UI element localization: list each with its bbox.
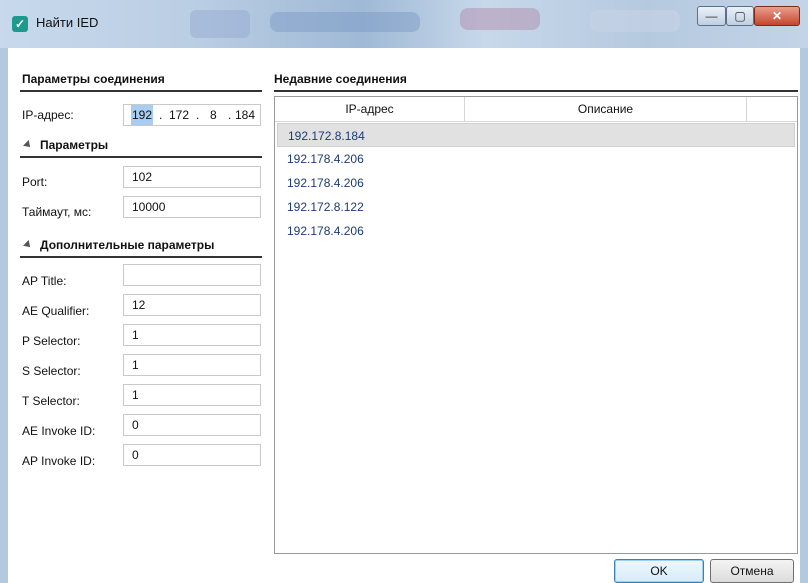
params-heading: Параметры	[40, 138, 109, 152]
advanced-heading: Дополнительные параметры	[40, 238, 215, 252]
table-row[interactable]: 192.178.4.206	[277, 147, 795, 171]
divider	[20, 156, 262, 158]
find-ied-dialog: ✓ Найти IED — ▢ ✕ Параметры соединения I…	[0, 0, 808, 583]
ip-dot: .	[159, 108, 163, 122]
ip-octet-4[interactable]: 184	[235, 105, 255, 125]
divider	[20, 256, 262, 258]
ok-button[interactable]: OK	[614, 559, 704, 583]
ae-invoke-id-input[interactable]: 0	[123, 414, 261, 436]
close-button[interactable]: ✕	[754, 6, 800, 26]
ip-address-input[interactable]: 192 . 172 . 8 . 184	[123, 104, 261, 126]
ap-invoke-id-label: AP Invoke ID:	[22, 454, 96, 468]
ap-invoke-id-input[interactable]: 0	[123, 444, 261, 466]
ae-invoke-id-label: AE Invoke ID:	[22, 424, 96, 438]
table-header: IP-адрес Описание	[275, 97, 797, 122]
ip-dot: .	[228, 108, 232, 122]
timeout-label: Таймаут, мс:	[22, 205, 92, 219]
table-row[interactable]: 192.172.8.184	[277, 123, 795, 147]
cancel-button[interactable]: Отмена	[710, 559, 794, 583]
ap-title-input[interactable]	[123, 264, 261, 286]
collapse-arrow-icon[interactable]	[23, 140, 33, 150]
table-row[interactable]: 192.178.4.206	[277, 171, 795, 195]
divider	[20, 90, 262, 92]
dialog-body: Параметры соединения IP-адрес: 192 . 172…	[8, 48, 800, 583]
port-input[interactable]: 102	[123, 166, 261, 188]
ap-title-label: AP Title:	[22, 274, 67, 288]
recent-connections-table[interactable]: IP-адрес Описание 192.172.8.184 192.178.…	[274, 96, 798, 554]
maximize-button[interactable]: ▢	[726, 6, 754, 26]
ip-octet-3[interactable]: 8	[210, 105, 217, 125]
window-title: Найти IED	[36, 15, 99, 30]
p-selector-label: P Selector:	[22, 334, 81, 348]
s-selector-label: S Selector:	[22, 364, 81, 378]
ip-octet-1[interactable]: 192	[131, 105, 154, 125]
table-row[interactable]: 192.172.8.122	[277, 195, 795, 219]
recent-connections-heading: Недавние соединения	[274, 72, 407, 86]
collapse-arrow-icon[interactable]	[23, 240, 33, 250]
divider	[274, 90, 798, 92]
ae-qualifier-label: AE Qualifier:	[22, 304, 90, 318]
ip-octet-2[interactable]: 172	[169, 105, 189, 125]
t-selector-input[interactable]: 1	[123, 384, 261, 406]
title-bar[interactable]: ✓ Найти IED — ▢ ✕	[0, 0, 808, 48]
ae-qualifier-input[interactable]: 12	[123, 294, 261, 316]
port-label: Port:	[22, 175, 48, 189]
connection-params-heading: Параметры соединения	[22, 72, 165, 86]
app-icon: ✓	[12, 16, 28, 32]
p-selector-input[interactable]: 1	[123, 324, 261, 346]
table-row[interactable]: 192.178.4.206	[277, 219, 795, 243]
s-selector-input[interactable]: 1	[123, 354, 261, 376]
timeout-input[interactable]: 10000	[123, 196, 261, 218]
column-header-description[interactable]: Описание	[465, 97, 747, 121]
minimize-button[interactable]: —	[697, 6, 726, 26]
params-group-header[interactable]: Параметры	[23, 138, 109, 152]
advanced-group-header[interactable]: Дополнительные параметры	[23, 238, 215, 252]
ip-dot: .	[196, 108, 200, 122]
column-header-ip[interactable]: IP-адрес	[275, 97, 465, 121]
ip-address-label: IP-адрес:	[22, 108, 74, 122]
t-selector-label: T Selector:	[22, 394, 80, 408]
